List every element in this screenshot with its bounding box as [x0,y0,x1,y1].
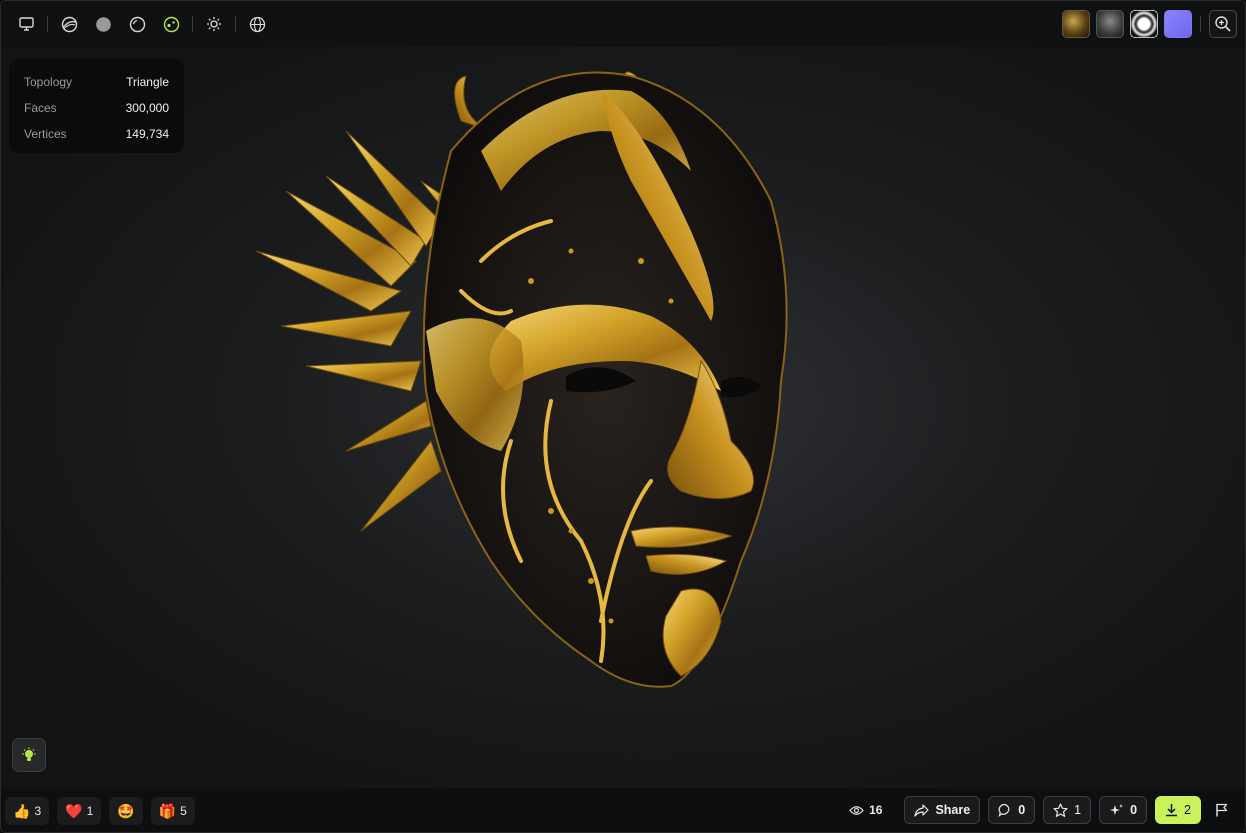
comments-button[interactable]: 0 [988,796,1036,824]
zoom-icon [1215,16,1231,32]
faces-value: 300,000 [125,101,169,115]
reaction-count: 3 [34,804,42,818]
comment-icon [998,803,1010,817]
texture-metal-thumb[interactable] [1130,10,1158,38]
eye-icon [849,805,864,815]
texture-albedo-thumb[interactable] [1062,10,1090,38]
topology-row: Topology Triangle [24,69,169,95]
mesh-info-panel: Topology Triangle Faces 300,000 Vertices… [9,59,184,153]
stars-count: 1 [1074,803,1082,817]
app-frame: Topology Triangle Faces 300,000 Vertices… [0,0,1246,833]
vertices-value: 149,734 [125,127,169,141]
flag-icon [1215,803,1227,817]
star-button[interactable]: 1 [1043,796,1092,824]
bottom-action-bar: 👍 3 ❤️ 1 🤩 🎁 5 16 Share 0 1 0 2 [1,788,1245,832]
toolbar-divider [47,16,48,32]
model-actions: 16 Share 0 1 0 2 [849,796,1233,824]
viewer-toolbar [1,1,1245,47]
monitor-icon[interactable] [17,15,35,33]
download-icon [1166,804,1178,817]
texture-normal-thumb[interactable] [1164,10,1192,38]
gift-icon: 🎁 [158,803,177,819]
gold-mask-model[interactable] [251,61,796,691]
report-button[interactable] [1209,796,1233,824]
shading-icon[interactable] [60,15,78,33]
vertices-label: Vertices [24,127,67,141]
texture-thumbnails [1062,10,1237,38]
solid-sphere-icon[interactable] [94,15,112,33]
thumbs-up-icon: 👍 [13,803,31,819]
reaction-gift[interactable]: 🎁 5 [150,797,195,825]
reaction-star-struck[interactable]: 🤩 [109,797,143,825]
reaction-heart[interactable]: ❤️ 1 [57,797,102,825]
vertices-row: Vertices 149,734 [24,121,169,147]
remix-button[interactable]: 0 [1099,796,1148,824]
views-stat: 16 [849,803,882,817]
reaction-count: 1 [86,804,94,818]
toolbar-divider [1200,16,1201,32]
faces-row: Faces 300,000 [24,95,169,121]
downloads-count: 2 [1184,803,1191,817]
views-count: 16 [869,803,883,817]
topology-label: Topology [24,75,73,89]
share-button[interactable]: Share [904,796,981,824]
outline-sphere-icon[interactable] [128,15,146,33]
reaction-thumbs-up[interactable]: 👍 3 [5,797,50,825]
faces-label: Faces [24,101,57,115]
reaction-count: 5 [180,804,187,818]
topology-value: Triangle [126,75,169,89]
download-button[interactable]: 2 [1155,796,1201,824]
toolbar-divider [235,16,236,32]
heart-icon: ❤️ [65,803,83,819]
lightbulb-icon [22,747,36,761]
star-icon [1053,802,1068,817]
lightbulb-button[interactable] [12,738,46,772]
remixes-count: 0 [1130,803,1138,817]
matcap-icon[interactable] [162,15,180,33]
share-icon [914,803,930,817]
toolbar-divider [192,16,193,32]
texture-roughness-thumb[interactable] [1096,10,1124,38]
globe-icon[interactable] [248,15,266,33]
sparkle-icon [1110,803,1124,815]
light-icon[interactable] [205,15,223,33]
comments-count: 0 [1018,803,1026,817]
zoom-inspect-button[interactable] [1209,10,1237,38]
share-label: Share [935,803,971,817]
star-struck-icon: 🤩 [117,803,135,819]
